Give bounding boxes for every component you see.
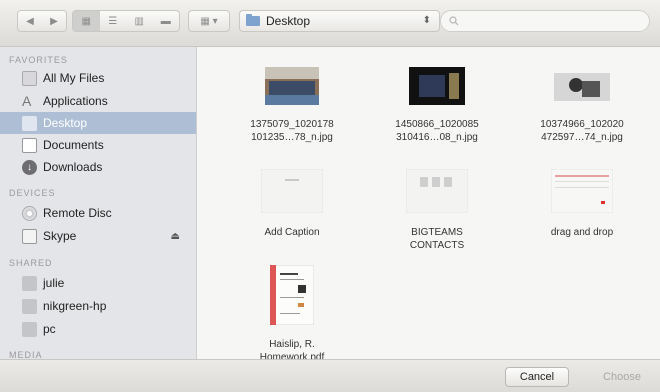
- file-name-line: Homework.pdf: [259, 352, 325, 359]
- applications-icon: A: [22, 92, 32, 109]
- sidebar-item-desktop[interactable]: Desktop: [0, 112, 196, 134]
- choose-button[interactable]: Choose: [590, 367, 654, 387]
- back-button[interactable]: ◀: [18, 16, 42, 27]
- search-field[interactable]: [440, 10, 650, 32]
- devices-header: DEVICES: [9, 188, 56, 198]
- drive-icon: [22, 228, 37, 244]
- downloads-icon: ↓: [22, 159, 37, 175]
- sidebar-item-label: Applications: [43, 94, 108, 108]
- image-thumbnail: [409, 67, 465, 105]
- file-name-line: 310416…08_n.jpg: [396, 132, 478, 143]
- sidebar-item-label: julie: [43, 276, 65, 290]
- file-name-line: 101235…78_n.jpg: [251, 132, 333, 143]
- file-name-line: 1450866_1020085: [395, 119, 479, 130]
- sidebar-item-label: All My Files: [43, 71, 105, 85]
- file-name-line: 10374966_102020: [540, 119, 624, 130]
- image-thumbnail: [554, 73, 610, 101]
- documents-icon: [22, 137, 37, 153]
- file-name: drag and drop: [512, 226, 652, 239]
- file-name-line: Add Caption: [264, 227, 320, 238]
- document-thumbnail: [405, 168, 469, 214]
- desktop-icon: [22, 115, 37, 131]
- sidebar-item-remote-disc[interactable]: Remote Disc: [0, 202, 196, 224]
- icon-view-button[interactable]: ▦: [73, 11, 100, 31]
- sidebar-item-label: nikgreen-hp: [43, 299, 107, 313]
- file-browser: 1375079_1020178 101235…78_n.jpg 1450866_…: [197, 47, 660, 359]
- file-name-line: CONTACTS: [409, 240, 465, 251]
- toolbar: ◀ ▶ ▦ ☰ ▥ ▬ ▦ ▾ Desktop ⬍: [0, 0, 660, 47]
- cancel-button[interactable]: Cancel: [505, 367, 569, 387]
- list-view-button[interactable]: ☰: [100, 16, 127, 27]
- sidebar-item-downloads[interactable]: ↓ Downloads: [0, 156, 196, 178]
- network-computer-icon: [22, 298, 37, 314]
- document-thumbnail: [260, 168, 324, 214]
- network-computer-icon: [22, 275, 37, 291]
- search-icon: [449, 16, 459, 26]
- file-name: BIGTEAMS CONTACTS: [367, 226, 507, 252]
- sidebar-item-label: Downloads: [43, 160, 103, 174]
- file-name-line: drag and drop: [550, 227, 614, 238]
- arrange-grid-icon: ▦ ▾: [200, 15, 218, 27]
- folder-icon: [246, 14, 260, 26]
- document-thumbnail: [550, 168, 614, 214]
- forward-button[interactable]: ▶: [42, 16, 66, 27]
- updown-icon: ⬍: [422, 15, 431, 26]
- file-name: Haislip, R. Homework.pdf: [222, 338, 362, 359]
- file-item[interactable]: drag and drop: [512, 168, 652, 239]
- file-name-line: 1375079_1020178: [250, 119, 334, 130]
- file-name-line: Haislip, R.: [269, 339, 315, 350]
- column-view-button[interactable]: ▥: [126, 16, 153, 27]
- sidebar-item-label: Skype: [43, 229, 77, 243]
- all-files-icon: [22, 70, 37, 86]
- sidebar-item-label: Documents: [43, 138, 104, 152]
- sidebar-item-pc[interactable]: pc: [0, 318, 196, 340]
- eject-icon[interactable]: ⏏: [171, 231, 180, 242]
- pdf-thumbnail: [269, 264, 315, 326]
- sidebar: FAVORITES All My Files A Applications De…: [0, 47, 197, 359]
- location-popup[interactable]: Desktop ⬍: [239, 10, 440, 32]
- file-item[interactable]: Haislip, R. Homework.pdf: [222, 264, 362, 359]
- media-header: MEDIA: [9, 350, 43, 359]
- file-item[interactable]: BIGTEAMS CONTACTS: [367, 168, 507, 252]
- view-mode-control: ▦ ☰ ▥ ▬: [72, 10, 180, 32]
- file-item[interactable]: 10374966_102020 472597…74_n.jpg: [512, 67, 652, 144]
- network-computer-icon: [22, 321, 37, 337]
- image-thumbnail: [265, 67, 319, 105]
- shared-header: SHARED: [9, 258, 53, 268]
- file-name: 10374966_102020 472597…74_n.jpg: [512, 118, 652, 144]
- file-name-line: 472597…74_n.jpg: [541, 132, 623, 143]
- disc-icon: [22, 205, 37, 221]
- coverflow-view-button[interactable]: ▬: [153, 16, 180, 27]
- file-item[interactable]: 1375079_1020178 101235…78_n.jpg: [222, 67, 362, 144]
- file-name: 1375079_1020178 101235…78_n.jpg: [222, 118, 362, 144]
- file-item[interactable]: 1450866_1020085 310416…08_n.jpg: [367, 67, 507, 144]
- sidebar-item-skype[interactable]: Skype ⏏: [0, 225, 196, 247]
- dialog-footer: Cancel Choose: [0, 359, 660, 392]
- sidebar-item-julie[interactable]: julie: [0, 272, 196, 294]
- file-item[interactable]: Add Caption: [222, 168, 362, 239]
- sidebar-item-label: Desktop: [43, 116, 88, 130]
- file-name: 1450866_1020085 310416…08_n.jpg: [367, 118, 507, 144]
- sidebar-item-label: Remote Disc: [43, 206, 112, 220]
- back-forward-control: ◀ ▶: [17, 10, 67, 32]
- sidebar-item-nikgreen-hp[interactable]: nikgreen-hp: [0, 295, 196, 317]
- sidebar-item-documents[interactable]: Documents: [0, 134, 196, 156]
- file-name: Add Caption: [222, 226, 362, 239]
- sidebar-item-all-my-files[interactable]: All My Files: [0, 67, 196, 89]
- sidebar-item-label: pc: [43, 322, 56, 336]
- file-name-line: BIGTEAMS: [411, 227, 463, 238]
- arrange-button[interactable]: ▦ ▾: [188, 10, 230, 32]
- favorites-header: FAVORITES: [9, 55, 68, 65]
- location-label: Desktop: [266, 14, 311, 28]
- sidebar-item-applications[interactable]: A Applications: [0, 90, 196, 112]
